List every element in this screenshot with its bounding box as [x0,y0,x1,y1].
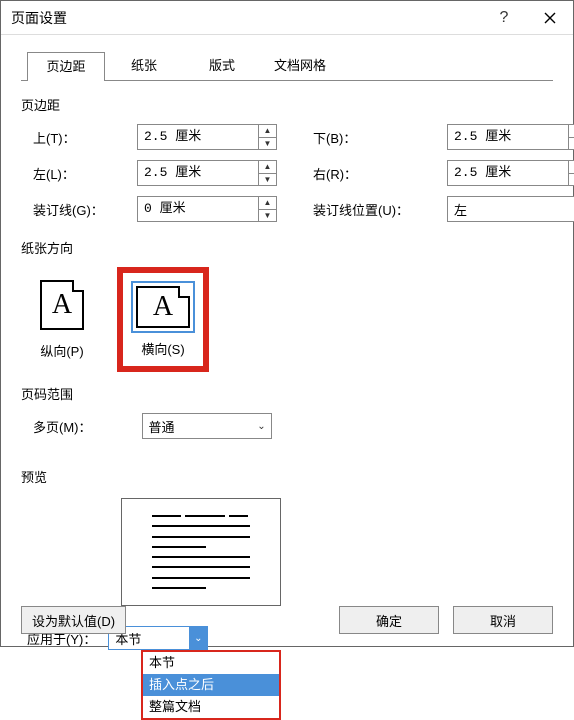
margin-left-value: 2.5 厘米 [138,161,258,185]
section-orientation-label: 纸张方向 [21,238,553,257]
portrait-label: 纵向(P) [35,341,89,360]
chevron-up-icon[interactable]: ▲ [259,197,276,210]
gutter-pos-value: 左 [448,200,568,219]
tab-bar: 页边距 纸张 版式 文档网格 [21,51,553,81]
margin-bottom-value: 2.5 厘米 [448,125,568,149]
page-setup-dialog: 页面设置 ? 页边距 纸张 版式 文档网格 页边距 上(T)： 2.5 厘米 ▲… [0,0,574,647]
gutter-value: 0 厘米 [138,197,258,221]
spinner-arrows: ▲ ▼ [258,125,276,149]
close-icon [544,12,556,24]
chevron-down-icon[interactable]: ▼ [569,174,574,186]
chevron-up-icon[interactable]: ▲ [259,125,276,138]
chevron-down-icon: ⌄ [568,204,574,215]
multipage-combo[interactable]: 普通 ⌄ [142,413,272,439]
gutter-label: 装订线(G)： [27,200,137,219]
orientation-landscape[interactable]: A 横向(S) [117,267,209,372]
ok-button[interactable]: 确定 [339,606,439,634]
gutter-pos-combo[interactable]: 左 ⌄ [447,196,574,222]
tab-docgrid[interactable]: 文档网格 [261,51,339,80]
set-default-button[interactable]: 设为默认值(D) [21,606,126,634]
chevron-up-icon[interactable]: ▲ [569,161,574,174]
margin-bottom-input[interactable]: 2.5 厘米 ▲ ▼ [447,124,574,150]
close-button[interactable] [527,1,573,35]
help-button[interactable]: ? [481,1,527,35]
margin-left-label: 左(L)： [27,164,137,183]
gutter-input[interactable]: 0 厘米 ▲ ▼ [137,196,277,222]
preview-thumbnail [121,498,281,606]
chevron-down-icon: ⌄ [253,421,271,432]
apply-option-whole-doc[interactable]: 整篇文档 [143,696,279,718]
multipage-label: 多页(M)： [27,417,92,436]
chevron-down-icon[interactable]: ▼ [259,174,276,186]
section-margins-label: 页边距 [21,95,553,114]
apply-option-this-section[interactable]: 本节 [143,652,279,674]
margin-left-input[interactable]: 2.5 厘米 ▲ ▼ [137,160,277,186]
chevron-down-icon[interactable]: ▼ [569,138,574,150]
landscape-label: 横向(S) [131,339,195,358]
margin-right-input[interactable]: 2.5 厘米 ▲ ▼ [447,160,574,186]
margin-top-value: 2.5 厘米 [138,125,258,149]
portrait-icon: A [40,280,84,330]
multipage-value: 普通 [143,417,253,436]
titlebar: 页面设置 ? [1,1,573,35]
orientation-portrait[interactable]: A 纵向(P) [27,267,97,368]
section-preview-label: 预览 [21,467,553,486]
margin-right-label: 右(R)： [307,164,447,183]
chevron-down-icon[interactable]: ▼ [259,210,276,222]
margin-right-value: 2.5 厘米 [448,161,568,185]
apply-option-after-insertion[interactable]: 插入点之后 [143,674,279,696]
margin-bottom-label: 下(B)： [307,128,447,147]
gutter-pos-label: 装订线位置(U)： [307,200,447,219]
tab-margins[interactable]: 页边距 [27,52,105,81]
margin-top-input[interactable]: 2.5 厘米 ▲ ▼ [137,124,277,150]
dialog-title: 页面设置 [11,8,481,28]
chevron-down-icon[interactable]: ▼ [259,138,276,150]
chevron-up-icon[interactable]: ▲ [569,125,574,138]
tab-layout[interactable]: 版式 [183,51,261,80]
margin-top-label: 上(T)： [27,128,137,147]
chevron-up-icon[interactable]: ▲ [259,161,276,174]
tab-paper[interactable]: 纸张 [105,51,183,80]
cancel-button[interactable]: 取消 [453,606,553,634]
landscape-icon: A [136,286,190,328]
section-pagerange-label: 页码范围 [21,384,553,403]
apply-to-dropdown: 本节 插入点之后 整篇文档 [141,650,281,720]
